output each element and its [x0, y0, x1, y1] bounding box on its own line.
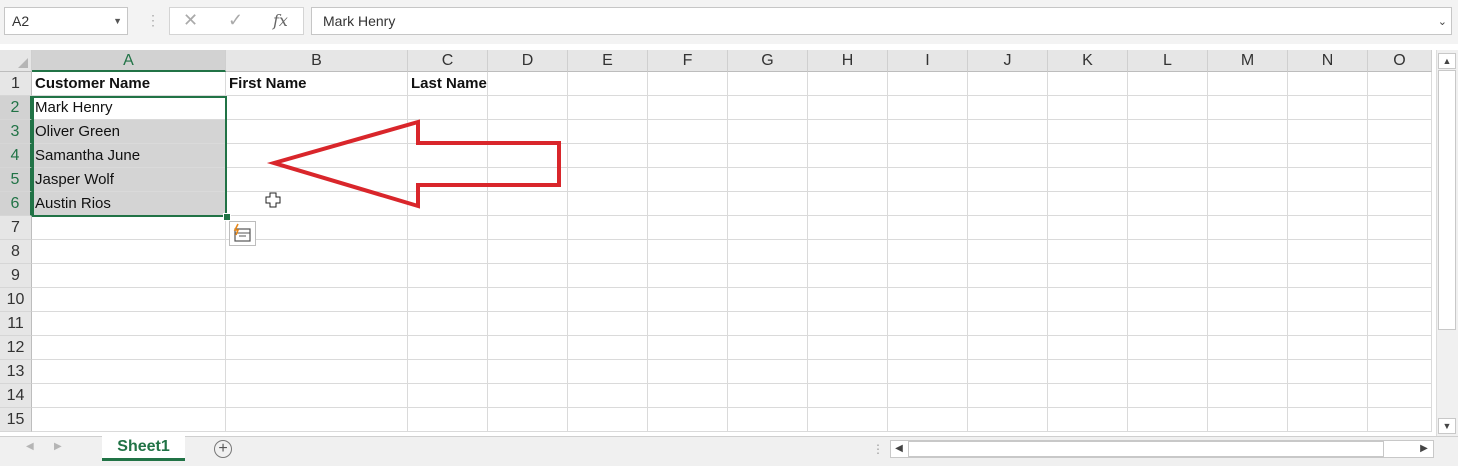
vertical-scroll-thumb[interactable] [1438, 70, 1456, 330]
scroll-left-icon[interactable]: ◀ [891, 441, 907, 457]
horizontal-scroll-thumb[interactable] [908, 441, 1384, 457]
annotation-arrow [266, 119, 561, 209]
scroll-up-icon[interactable]: ▲ [1438, 53, 1456, 69]
tab-scroll-right-icon[interactable]: ▶ [54, 441, 62, 452]
tab-split-handle[interactable]: ⋮ [872, 442, 884, 456]
sheet-tab-sheet1[interactable]: Sheet1 [102, 434, 185, 461]
cell-cursor-icon [265, 192, 281, 208]
add-sheet-icon[interactable]: + [214, 440, 232, 458]
scroll-down-icon[interactable]: ▼ [1438, 418, 1456, 434]
tab-scroll-left-icon[interactable]: ◀ [26, 441, 34, 452]
scroll-right-icon[interactable]: ▶ [1416, 441, 1432, 457]
